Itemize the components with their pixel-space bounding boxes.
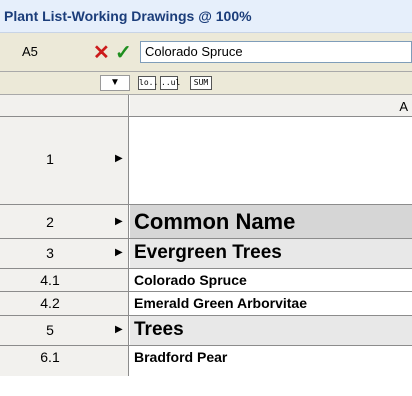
cancel-icon[interactable]: ✕: [93, 40, 110, 65]
column-header-row: A: [0, 95, 412, 117]
row-cell[interactable]: Emerald Green Arborvitae: [130, 292, 412, 315]
row-arrow-icon: ▶: [115, 247, 123, 258]
row-arrow-icon: ▶: [115, 153, 123, 164]
table-row[interactable]: 2 ▶ Common Name: [0, 205, 412, 239]
row-cell[interactable]: Trees: [130, 316, 412, 345]
row-header[interactable]: 6.1: [0, 346, 129, 376]
row-cell[interactable]: Colorado Spruce: [130, 269, 412, 291]
window-title: Plant List-Working Drawings @ 100%: [4, 8, 252, 24]
column-header-a[interactable]: A: [130, 95, 412, 116]
formula-input[interactable]: Colorado Spruce: [140, 41, 412, 63]
dropdown-button[interactable]: ▼: [100, 75, 130, 91]
row-cell[interactable]: [130, 117, 412, 204]
row-header[interactable]: 4.2: [0, 292, 129, 315]
row-arrow-icon: ▶: [115, 216, 123, 227]
column-label: A: [399, 99, 408, 114]
corner-cell[interactable]: [0, 95, 129, 116]
row-header[interactable]: 5 ▶: [0, 316, 129, 345]
row-cell[interactable]: Evergreen Trees: [130, 239, 412, 268]
row-arrow-icon: ▶: [115, 324, 123, 335]
row-header[interactable]: 1 ▶: [0, 117, 129, 204]
table-row[interactable]: 6.1 Bradford Pear: [0, 346, 412, 376]
row-cell[interactable]: Bradford Pear: [130, 346, 412, 376]
table-row[interactable]: 5 ▶ Trees: [0, 316, 412, 346]
accept-icon[interactable]: ✓: [115, 40, 132, 65]
table-row[interactable]: 4.2 Emerald Green Arborvitae: [0, 292, 412, 316]
table-row[interactable]: 1 ▶: [0, 117, 412, 205]
table-row[interactable]: 3 ▶ Evergreen Trees: [0, 239, 412, 269]
table-row[interactable]: 4.1 Colorado Spruce: [0, 269, 412, 292]
row-header[interactable]: 3 ▶: [0, 239, 129, 268]
row-cell[interactable]: Common Name: [130, 205, 412, 238]
row-header[interactable]: 2 ▶: [0, 205, 129, 238]
format-button-1[interactable]: lo..: [138, 76, 158, 90]
sum-button[interactable]: SUM: [190, 76, 212, 90]
window-titlebar: Plant List-Working Drawings @ 100%: [0, 0, 412, 33]
cell-reference[interactable]: A5: [22, 44, 38, 59]
format-button-2[interactable]: ..ul: [160, 76, 180, 90]
format-toolbar: ▼ lo.. ..ul SUM: [0, 72, 412, 95]
formula-bar: A5 ✕ ✓ Colorado Spruce: [0, 33, 412, 72]
row-header[interactable]: 4.1: [0, 269, 129, 291]
